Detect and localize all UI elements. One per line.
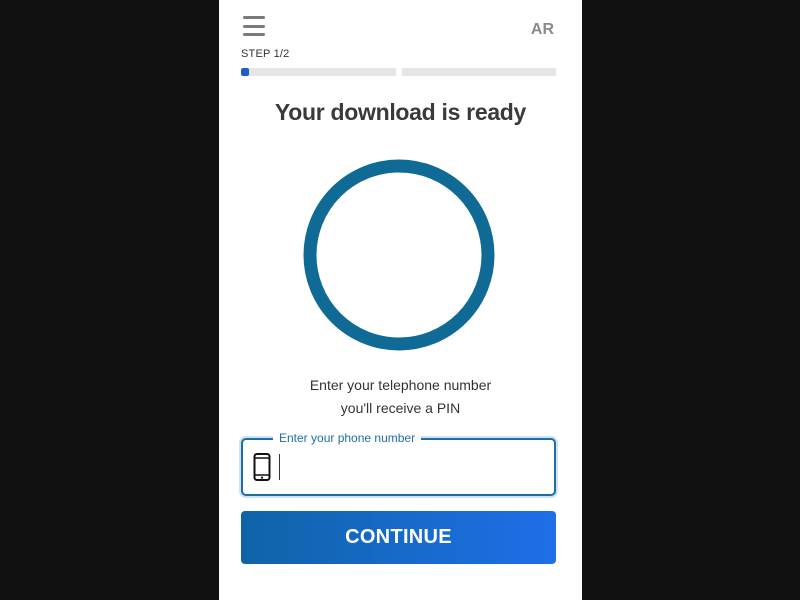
mobile-phone-icon [253,453,271,481]
progress-segment-step-2 [401,68,556,76]
instruction-line-2: you'll receive a PIN [340,400,461,416]
progress-segment-step-1 [241,68,396,76]
page-title: Your download is ready [274,99,527,125]
progress-fill-step-1 [241,68,249,76]
language-switch[interactable]: AR [531,21,554,39]
step-progress-bar [241,68,556,76]
menu-bar-top [243,16,265,19]
app-screen: AR STEP 1/2 Your download is ready Enter… [219,0,582,600]
step-label: STEP 1/2 [241,48,290,60]
instruction-line-1: Enter your telephone number [309,377,492,393]
phone-field-label: Enter your phone number [273,431,422,445]
menu-bar-middle [243,24,265,28]
ring-circle [303,159,495,351]
phone-number-input[interactable] [279,454,549,480]
instruction-text: Enter your telephone number you'll recei… [219,374,582,420]
continue-button[interactable]: CONTINUE [241,511,556,564]
hamburger-menu-icon[interactable] [243,16,265,36]
download-ring [303,159,495,351]
menu-bar-bottom [243,33,265,36]
phone-number-field[interactable]: Enter your phone number [241,431,556,496]
